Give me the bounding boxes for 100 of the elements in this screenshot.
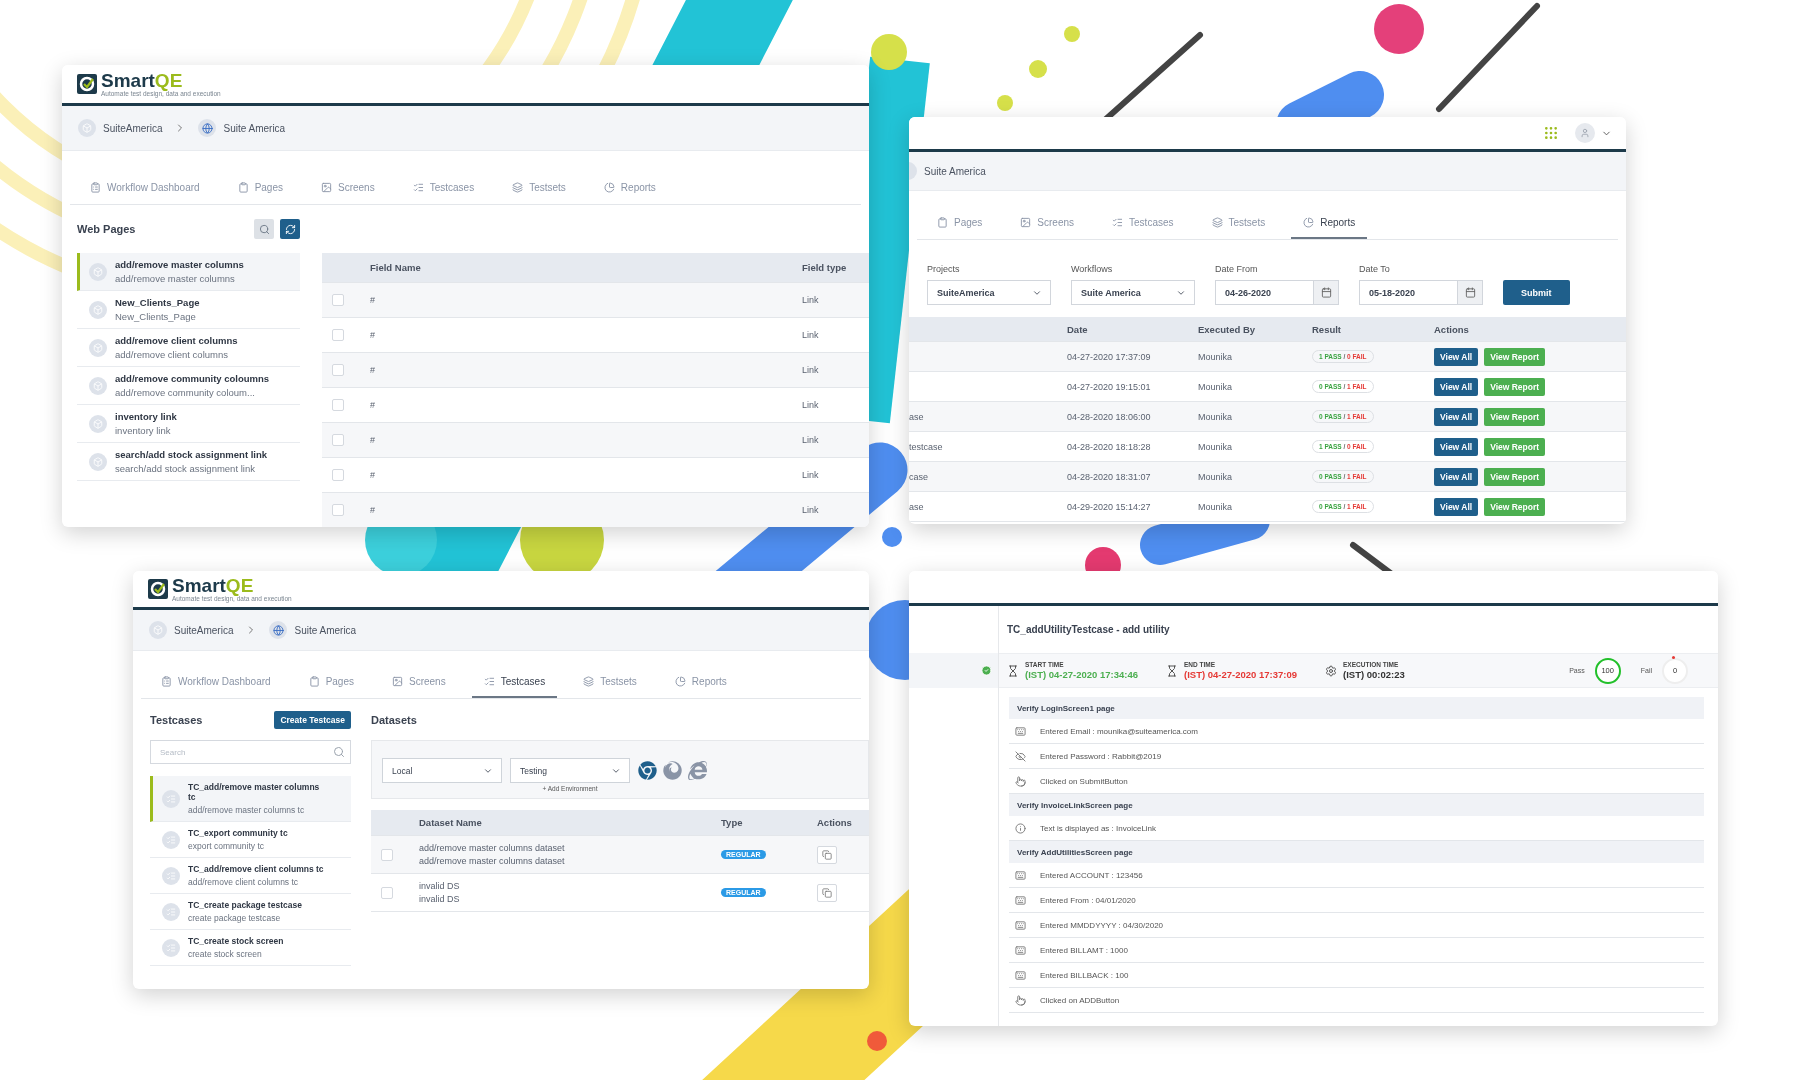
table-cell-text: testcase [909,441,944,452]
step-text: Entered From : 04/01/2020 [1040,895,1136,905]
copy-button[interactable] [817,883,837,902]
breadcrumb-item[interactable]: SuiteAmerica [78,119,163,137]
checkbox[interactable] [332,364,344,376]
date-field[interactable]: 05-18-2020 [1359,280,1483,305]
checkbox[interactable] [332,469,344,481]
breadcrumb-item[interactable]: Suite America [269,621,357,639]
table-cell-text: Link [801,435,820,445]
logo-icon [147,578,169,600]
checkbox[interactable] [332,399,344,411]
tab[interactable]: Testcases [471,666,558,698]
item-title: add/remove client columns [115,335,238,346]
info-icon [1015,822,1026,834]
copy-icon [822,887,832,898]
dataset-description: add/remove master columns dataset [418,856,566,866]
search-button[interactable] [254,219,274,239]
column-header: Type [720,817,744,828]
decorative-circle [867,1031,887,1051]
dropdown[interactable]: Testing [510,758,630,783]
create-testcase-button[interactable]: Create Testcase [274,710,351,729]
step-text: Clicked on SubmitButton [1040,776,1128,786]
checkbox[interactable] [332,434,344,446]
view-all-button[interactable]: View All [1434,467,1479,486]
search-field[interactable]: Search [150,740,351,764]
table-cell-text: # [369,295,376,305]
step-text: Text is displayed as : InvoiceLink [1040,823,1157,833]
search-icon[interactable] [333,746,345,758]
firefox-icon[interactable] [663,761,682,780]
item-subtitle: add/remove master columns [115,273,236,284]
decorative-circle [1374,4,1424,54]
table-cell-text: # [369,400,376,410]
column-header: Date [1066,323,1089,335]
breadcrumb-item[interactable]: SuiteAmerica [149,621,234,639]
apps-grid-icon[interactable] [1543,125,1559,141]
keyboard-icon [1015,969,1026,981]
layers-icon [583,675,595,687]
panel-title: Testcases [150,713,203,726]
page-list-item[interactable]: add/remove master columns add/remove master columns [77,253,300,291]
hourglass-icon [1007,664,1019,677]
date-field[interactable]: 04-26-2020 [1215,280,1339,305]
item-title: TC_create package testcase [188,900,303,910]
breadcrumb-item[interactable]: Suite America [925,162,986,180]
view-all-button[interactable]: View All [1434,437,1479,456]
table-cell-text: Mounika [1197,441,1234,452]
logo-icon [76,73,98,95]
checkbox[interactable] [381,886,393,899]
checkbox[interactable] [332,504,344,516]
hourglass-icon [1166,664,1178,677]
view-all-button[interactable]: View All [1434,377,1479,396]
copy-button[interactable] [817,845,837,864]
dropdown[interactable]: Suite America [1071,280,1195,305]
table-cell-text: Link [801,295,820,305]
report-title: TC_addUtilityTestcase - add utility [1006,623,1171,637]
cube-icon [89,376,107,395]
field-label: Date To [1359,264,1391,274]
item-subtitle: search/add stock assignment link [115,463,256,474]
pointer-icon [1015,994,1026,1006]
section-header: Verify InvoiceLinkScreen page [1009,794,1704,816]
column-header: Executed By [1197,323,1257,335]
checkbox[interactable] [381,848,393,861]
view-all-button[interactable]: View All [1434,407,1479,426]
table-cell-text: Mounika [1197,381,1234,392]
cube-icon [89,300,107,319]
item-title: add/remove master columns [115,259,244,270]
dropdown[interactable]: Local [382,758,502,783]
item-title: TC_add/remove master columns tc [188,782,321,802]
clipboard-icon [237,181,249,193]
refresh-button[interactable] [280,219,300,239]
layers-icon [512,181,524,193]
internet-explorer-icon[interactable] [688,761,707,780]
copy-icon [822,849,832,860]
cube-icon [89,414,107,433]
decorative-circle [1064,26,1080,42]
view-all-button[interactable]: View All [1434,347,1479,366]
cube-icon [149,621,167,639]
calendar-button[interactable] [1313,281,1338,304]
avatar-icon[interactable] [1575,123,1595,143]
table-cell-text: 04-29-2020 15:14:27 [1066,501,1152,512]
checkbox[interactable] [332,329,344,341]
testcase-list-item[interactable]: TC_add/remove master columns tc add/remove master columns tc [150,776,351,822]
pie-chart-icon [674,675,686,687]
step-text: Entered BILLAMT : 1000 [1040,945,1128,955]
view-all-button[interactable]: View All [1434,497,1479,516]
tab[interactable]: Reports [1291,207,1368,239]
column-header: Result [1311,323,1343,335]
calendar-icon [1320,287,1332,298]
checkbox[interactable] [332,294,344,306]
checklist-icon [162,789,180,808]
calendar-button[interactable] [1457,281,1482,304]
chrome-icon[interactable] [638,761,657,780]
dropdown[interactable]: SuiteAmerica [927,280,1051,305]
item-subtitle: add/remove community coloum... [115,387,256,398]
submit-button[interactable]: Submit [1503,280,1570,305]
globe-icon [198,119,217,137]
dataset-description: invalid DS [418,894,461,904]
breadcrumb-item[interactable]: Suite America [198,119,286,137]
step-text: Entered Email : mounika@suiteamerica.com [1040,726,1198,736]
clipboard-icon [937,216,948,228]
keyboard-icon [1015,944,1026,956]
